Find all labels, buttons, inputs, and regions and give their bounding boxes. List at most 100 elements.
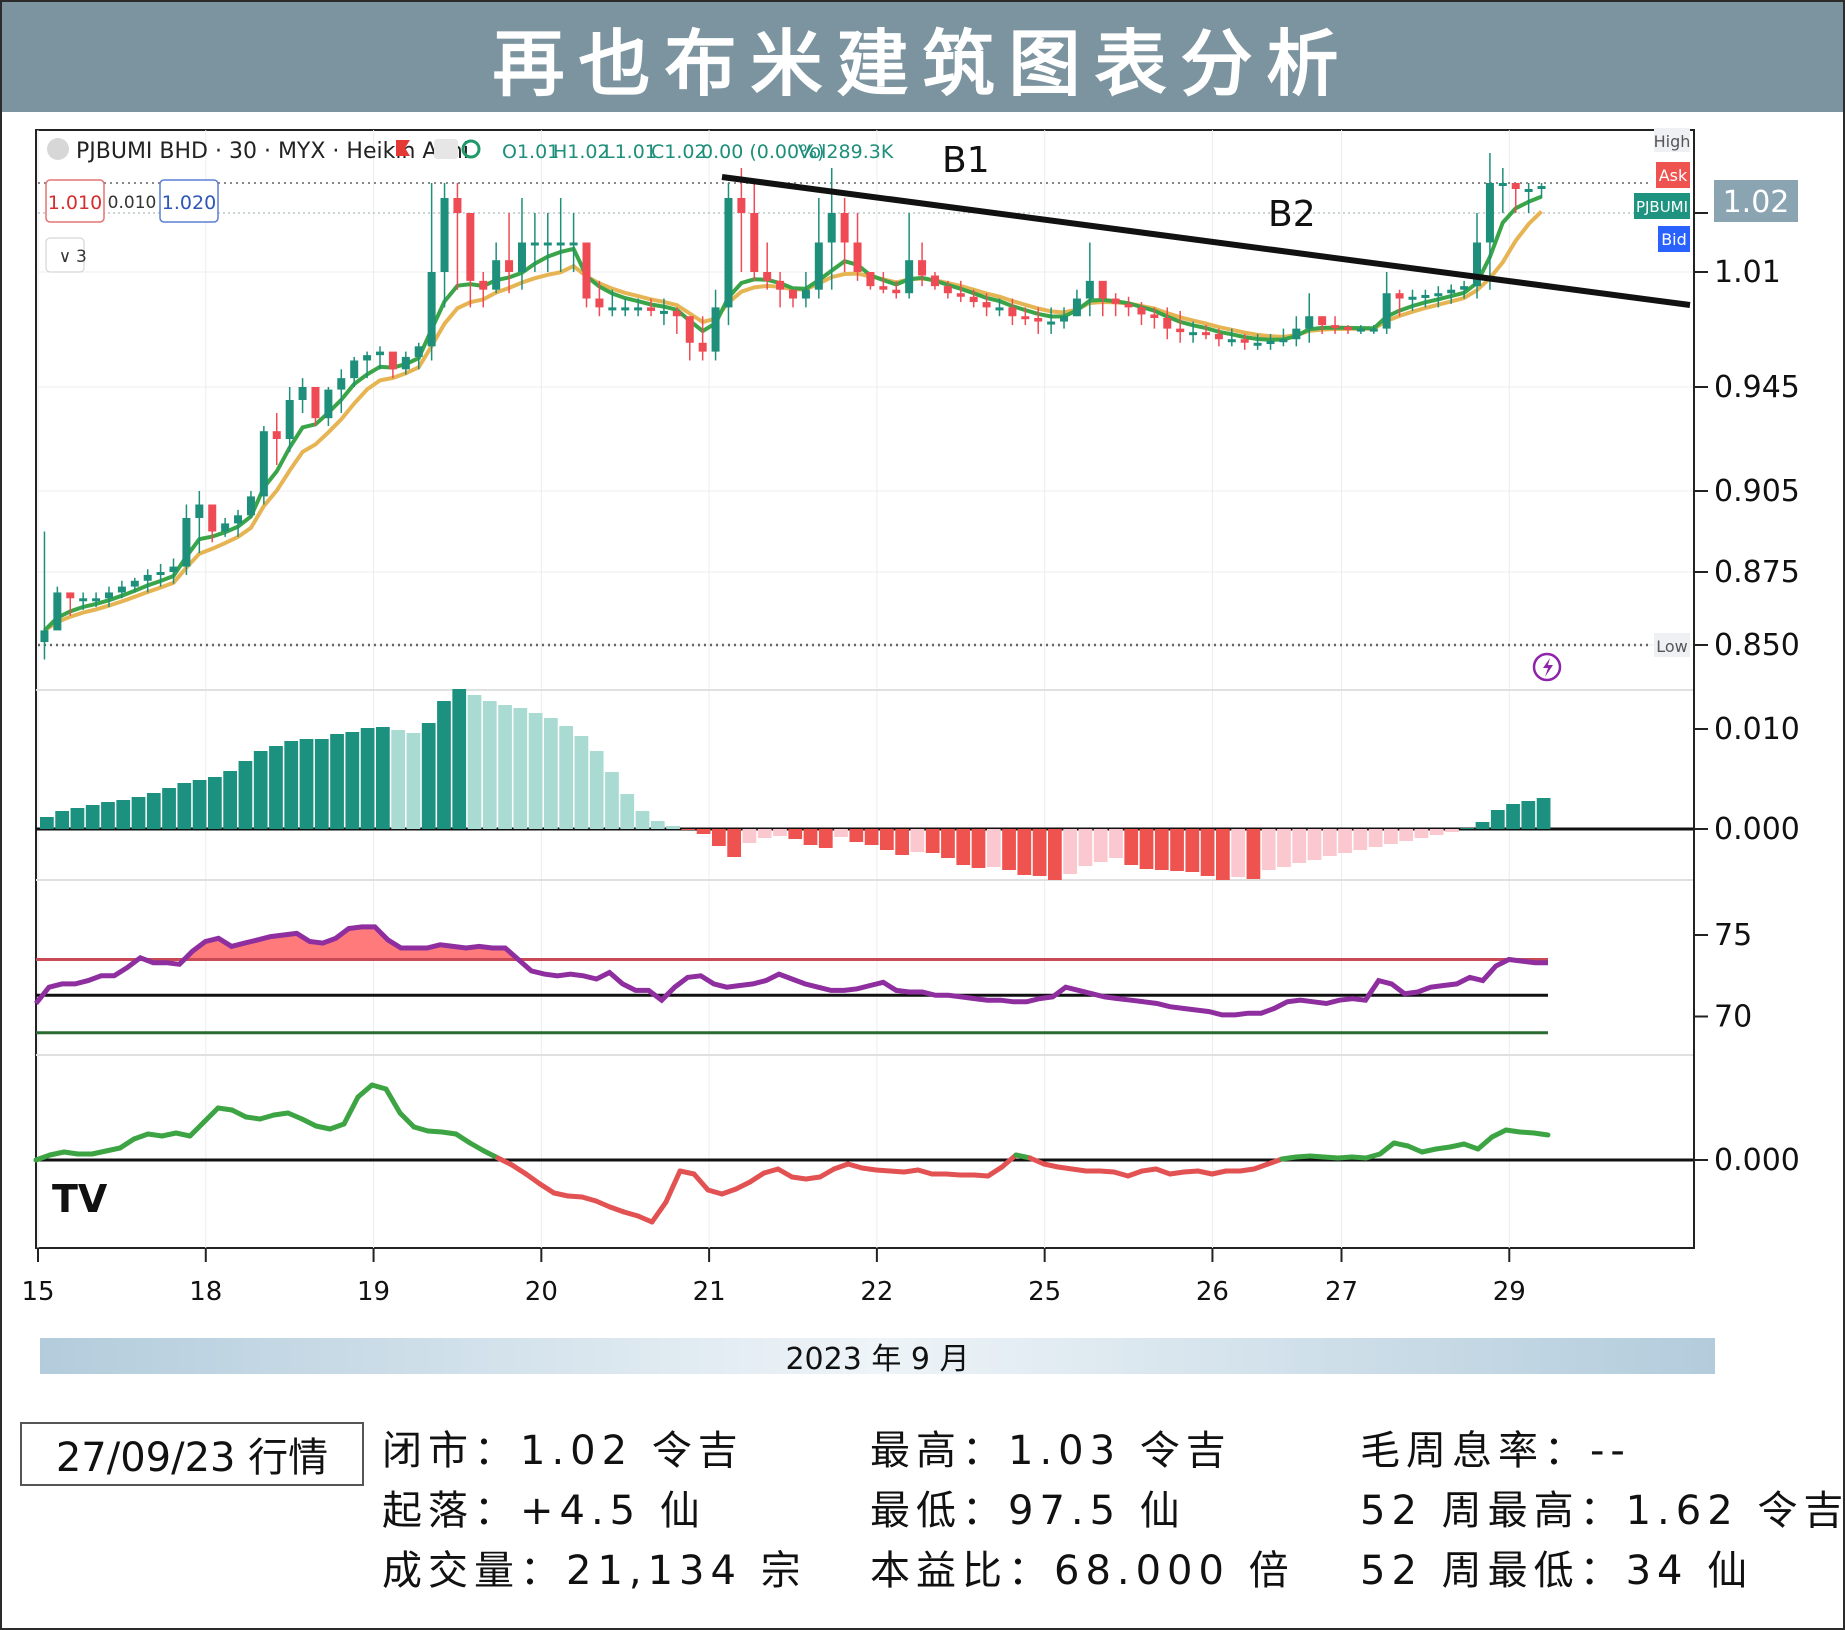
candle-body [376,351,385,356]
candle-body [259,431,268,497]
candle-body [1421,295,1430,298]
dividend-yield: 毛周息率：-- [1360,1428,1631,1474]
eye-toggle-icon[interactable] [434,139,458,159]
spread-value: 0.010 [108,193,157,213]
candle-body [156,572,165,575]
histogram-bar [956,829,971,865]
candle-body [582,242,591,299]
candle-body [634,307,643,311]
histogram-bar [1231,829,1246,877]
histogram-pane [36,689,1694,880]
histogram-bar [941,829,955,858]
candle-body [130,580,139,587]
histogram-bar [208,777,222,829]
histogram-bar [1032,829,1047,876]
candle-body [995,307,1004,311]
candle-body [79,598,88,602]
price-tick-label: 0.875 [1714,555,1800,590]
histogram-bar [146,793,161,829]
candle-body [1343,326,1352,330]
candle-body [1434,293,1443,297]
histogram-bar [40,817,54,829]
candle-body [40,630,49,643]
oscillator-segment [649,1199,669,1225]
candle-body [556,242,565,246]
candle-body [53,592,62,631]
histogram-bar [1475,822,1490,829]
histogram-bar [605,772,619,829]
indicator-count: 3 [76,247,87,267]
histogram-bar [696,829,711,834]
histogram-bar [803,829,818,845]
candle-body [905,260,914,294]
x-tick-label: 21 [693,1277,726,1307]
histogram-bar [421,723,436,829]
oscillator-segment [1531,1130,1551,1138]
histogram-bar [1200,829,1215,876]
candle-body [104,592,113,599]
candle-body [879,286,888,290]
rsi-pane [34,924,1548,1035]
histogram-bar [345,732,360,829]
candle-body [440,198,449,272]
histogram-bar [1506,804,1520,829]
ask-tag-label: Ask [1659,166,1688,185]
candle-body [1085,280,1094,299]
ohlc-volume: Vol289.3K [798,141,894,163]
oscillator-segment [187,1119,207,1139]
ohlc-low: L1.01 [604,141,657,163]
histogram-bar [1109,829,1123,858]
candle-body [1498,183,1507,186]
candle-body [943,286,952,294]
chevron-down-icon: ∨ [59,247,71,267]
histogram-bar [284,741,299,829]
candle-body [66,592,75,599]
candle-body [1034,318,1043,322]
month-label: 2023 年 9 月 [785,1342,970,1377]
candle-body [298,387,307,400]
histogram-bar [1124,829,1139,865]
candle-body [143,574,152,581]
x-tick-label: 22 [860,1277,893,1307]
candle-body [1150,314,1159,318]
candle-body [1253,342,1262,346]
histogram-bar [925,829,940,853]
histogram-bar [559,726,574,829]
candle-body [1072,298,1081,317]
candle-body [776,280,785,290]
candle-body [724,198,733,308]
candle-body [272,431,281,439]
candle-body [505,260,514,272]
candle-body [659,310,668,314]
symbol-line: PJBUMI BHD · 30 · MYX · Heikin Ashi [76,139,469,164]
histogram-bar [1384,829,1398,844]
histogram-bar [1154,829,1169,870]
candle-body [1331,325,1340,329]
histogram-bar [1338,829,1352,853]
histogram-tick-label: 0.010 [1714,712,1800,747]
histogram-bar [1277,829,1291,867]
candle-body [221,523,230,532]
candle-body [1227,339,1236,343]
candle-body [788,289,798,299]
histogram-bar [1139,829,1154,869]
tradingview-logo-icon: TV [52,1177,108,1221]
candle-body [1214,333,1223,340]
histogram-bar [1399,829,1414,841]
candle-body [324,389,333,419]
histogram-tick-label: 0.000 [1714,812,1800,847]
histogram-bar [1460,828,1475,829]
histogram-bar [528,713,543,829]
candle-body [621,307,630,311]
histogram-bar [437,701,451,829]
candle-body [1266,341,1275,344]
x-tick-label: 15 [21,1277,54,1307]
x-tick-label: 29 [1493,1277,1526,1307]
oscillator-segment [341,1094,361,1127]
day-high: 最高：1.03 令吉 [870,1428,1232,1474]
candle-body [350,360,359,379]
rsi-line [34,924,1548,1018]
histogram-bar [1017,829,1032,875]
candle-body [182,518,191,567]
histogram-bar [467,695,482,829]
